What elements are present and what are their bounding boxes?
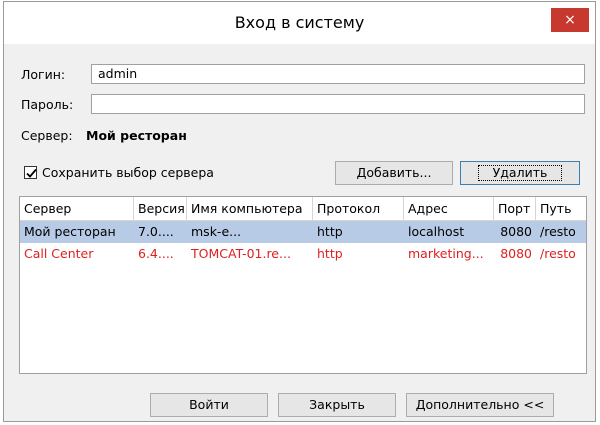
table-cell: msk-e... bbox=[191, 224, 242, 239]
table-cell: 8080 bbox=[500, 224, 532, 239]
table-cell: localhost bbox=[408, 224, 465, 239]
table-cell: /resto bbox=[540, 246, 576, 261]
login-label: Логин: bbox=[21, 67, 66, 82]
close-icon[interactable]: × bbox=[551, 8, 589, 32]
table-cell: http bbox=[317, 246, 343, 261]
advanced-button[interactable]: Дополнительно << bbox=[406, 393, 554, 417]
table-cell: /resto bbox=[540, 224, 576, 239]
table-row[interactable]: Мой ресторан 7.0.... msk-e... http local… bbox=[20, 221, 586, 243]
password-label: Пароль: bbox=[21, 97, 74, 112]
table-cell: Call Center bbox=[24, 246, 94, 261]
login-button[interactable]: Войти bbox=[150, 393, 268, 417]
table-cell: Мой ресторан bbox=[24, 224, 116, 239]
column-header[interactable]: Путь bbox=[536, 197, 586, 220]
server-table[interactable]: Сервер Версия Имя компьютера Протокол Ад… bbox=[19, 196, 587, 374]
table-row[interactable]: Call Center 6.4.... TOMCAT-01.re... http… bbox=[20, 243, 586, 265]
delete-server-label: Удалить bbox=[477, 165, 563, 181]
delete-server-button[interactable]: Удалить bbox=[460, 161, 580, 185]
table-cell: TOMCAT-01.re... bbox=[191, 246, 291, 261]
table-cell: 7.0.... bbox=[138, 224, 174, 239]
column-header[interactable]: Порт bbox=[494, 197, 536, 220]
table-cell: http bbox=[317, 224, 343, 239]
save-server-checkbox[interactable] bbox=[24, 166, 37, 179]
table-cell: 6.4.... bbox=[138, 246, 174, 261]
login-input[interactable]: admin bbox=[91, 64, 585, 84]
add-server-button[interactable]: Добавить... bbox=[335, 161, 453, 185]
column-header[interactable]: Сервер bbox=[20, 197, 134, 220]
server-label: Сервер: bbox=[21, 128, 73, 143]
table-cell: marketing... bbox=[408, 246, 484, 261]
title-bar: Вход в систему × bbox=[4, 2, 595, 44]
checkmark-icon bbox=[26, 168, 37, 178]
server-value: Мой ресторан bbox=[86, 128, 187, 143]
dialog-title: Вход в систему bbox=[234, 13, 365, 32]
column-header[interactable]: Имя компьютера bbox=[187, 197, 313, 220]
table-cell: 8080 bbox=[500, 246, 532, 261]
column-header[interactable]: Протокол bbox=[313, 197, 404, 220]
column-header[interactable]: Версия bbox=[134, 197, 187, 220]
password-input[interactable] bbox=[91, 94, 585, 114]
login-dialog: Вход в систему × Логин: admin Пароль: Се… bbox=[3, 1, 596, 422]
close-button[interactable]: Закрыть bbox=[278, 393, 396, 417]
column-header[interactable]: Адрес bbox=[404, 197, 494, 220]
save-server-label: Сохранить выбор сервера bbox=[42, 165, 214, 180]
table-header: Сервер Версия Имя компьютера Протокол Ад… bbox=[20, 197, 586, 221]
